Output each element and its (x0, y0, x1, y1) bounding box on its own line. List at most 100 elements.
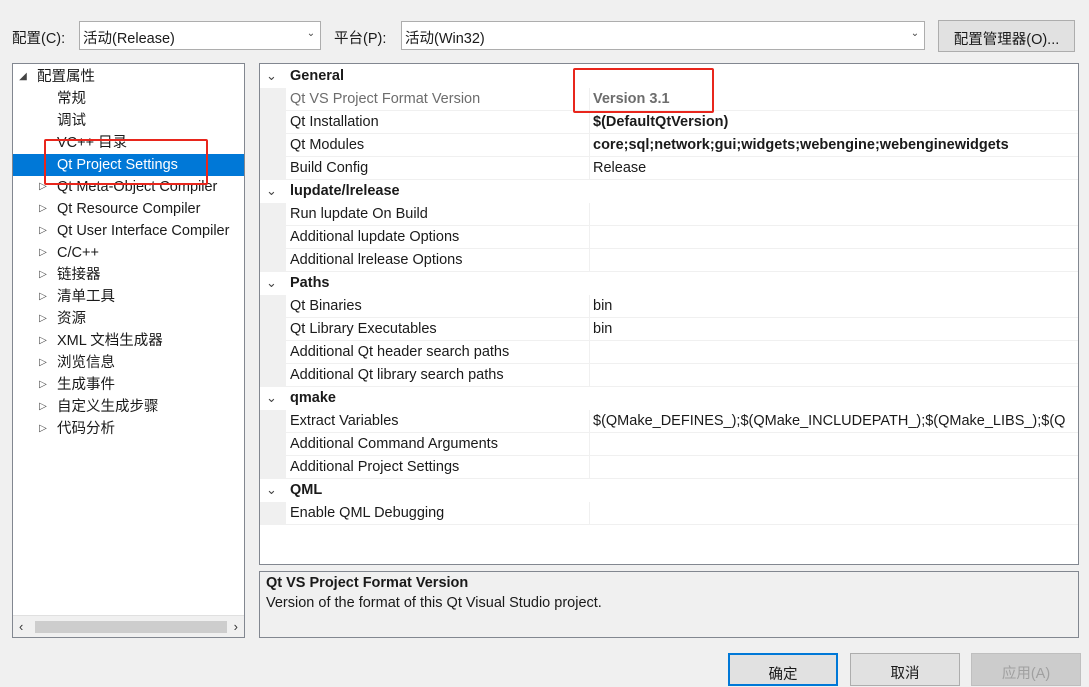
collapse-chevron-icon[interactable]: ⌄ (266, 65, 277, 87)
property-row[interactable]: Qt Binaries bin (260, 295, 1078, 318)
tree-item[interactable]: ▷ Qt User Interface Compiler (13, 220, 244, 242)
row-gutter (260, 157, 286, 179)
expand-triangle-icon[interactable]: ▷ (37, 352, 49, 374)
property-name: Run lupdate On Build (290, 206, 428, 222)
expand-triangle-icon[interactable]: ▷ (37, 418, 49, 440)
highlight-box-version (573, 68, 714, 113)
property-name: Additional Qt header search paths (290, 344, 510, 360)
scroll-left-icon[interactable]: ‹ (19, 619, 23, 634)
collapse-chevron-icon[interactable]: ⌄ (266, 272, 277, 294)
column-separator (589, 249, 590, 271)
property-name: Qt Binaries (290, 298, 362, 314)
property-grid[interactable]: ⌄ General Qt VS Project Format Version Vers… (259, 63, 1079, 565)
property-value[interactable]: bin (593, 295, 1078, 317)
property-name: Additional Qt library search paths (290, 367, 504, 383)
column-separator (589, 433, 590, 455)
expand-triangle-icon[interactable]: ▷ (37, 220, 49, 242)
tree-item[interactable]: ▷ 生成事件 (13, 374, 244, 396)
tree-item[interactable]: ▷ 链接器 (13, 264, 244, 286)
config-select[interactable]: 活动(Release) ⌄ (79, 21, 321, 50)
property-row[interactable]: Additional Project Settings (260, 456, 1078, 479)
property-name: Extract Variables (290, 413, 399, 429)
property-row[interactable]: Additional Qt library search paths (260, 364, 1078, 387)
expand-triangle-icon[interactable]: ▷ (37, 198, 49, 220)
expand-triangle-icon[interactable]: ▷ (37, 374, 49, 396)
ok-button[interactable]: 确定 (728, 653, 838, 686)
property-row[interactable]: Additional lupdate Options (260, 226, 1078, 249)
expand-triangle-icon[interactable]: ▷ (37, 286, 49, 308)
property-row[interactable]: Build Config Release (260, 157, 1078, 180)
apply-button[interactable]: 应用(A) (971, 653, 1081, 686)
tree-item[interactable]: ▷ XML 文档生成器 (13, 330, 244, 352)
row-gutter (260, 295, 286, 317)
row-gutter (260, 410, 286, 432)
scroll-right-icon[interactable]: › (234, 619, 238, 634)
category-row[interactable]: ⌄ lupdate/lrelease (260, 180, 1078, 203)
property-row[interactable]: Extract Variables $(QMake_DEFINES_);$(QMa… (260, 410, 1078, 433)
property-value[interactable]: $(QMake_DEFINES_);$(QMake_INCLUDEPATH_);… (593, 410, 1078, 432)
property-name: Additional Project Settings (290, 459, 460, 475)
category-name: QML (290, 482, 323, 498)
collapse-chevron-icon[interactable]: ⌄ (266, 479, 277, 501)
tree-item[interactable]: ▷ 自定义生成步骤 (13, 396, 244, 418)
row-gutter (260, 341, 286, 363)
tree-item[interactable]: ▷ C/C++ (13, 242, 244, 264)
category-row[interactable]: ⌄ Paths (260, 272, 1078, 295)
tree-root[interactable]: ◢ 配置属性 (13, 66, 244, 88)
column-separator (589, 226, 590, 248)
tree-item[interactable]: 调试 (13, 110, 244, 132)
tree-item[interactable]: 常规 (13, 88, 244, 110)
category-row[interactable]: ⌄ QML (260, 479, 1078, 502)
property-row[interactable]: Additional Qt header search paths (260, 341, 1078, 364)
property-value[interactable]: bin (593, 318, 1078, 340)
property-row[interactable]: Qt Installation $(DefaultQtVersion) (260, 111, 1078, 134)
category-name: lupdate/lrelease (290, 183, 400, 199)
tree-item[interactable]: ▷ 清单工具 (13, 286, 244, 308)
expand-triangle-icon[interactable]: ▷ (37, 396, 49, 418)
collapse-chevron-icon[interactable]: ⌄ (266, 180, 277, 202)
property-value[interactable]: $(DefaultQtVersion) (593, 111, 1078, 133)
tree-item-label: Qt Resource Compiler (57, 201, 201, 217)
property-row[interactable]: Additional Command Arguments (260, 433, 1078, 456)
property-name: Qt Modules (290, 137, 365, 153)
category-row[interactable]: ⌄ qmake (260, 387, 1078, 410)
property-row[interactable]: Additional lrelease Options (260, 249, 1078, 272)
column-separator (589, 111, 590, 133)
row-gutter (260, 134, 286, 156)
cancel-button[interactable]: 取消 (850, 653, 960, 686)
collapse-chevron-icon[interactable]: ⌄ (266, 387, 277, 409)
row-gutter (260, 88, 286, 110)
description-panel: Qt VS Project Format Version Version of … (259, 571, 1079, 638)
tree-horizontal-scrollbar[interactable]: ‹ › (13, 615, 244, 637)
expand-triangle-icon[interactable]: ▷ (37, 264, 49, 286)
expand-triangle-icon[interactable]: ▷ (37, 330, 49, 352)
tree-item[interactable]: ▷ 浏览信息 (13, 352, 244, 374)
config-label: 配置(C): (12, 31, 66, 47)
row-gutter (260, 111, 286, 133)
tree-item-label: C/C++ (57, 245, 99, 261)
property-row[interactable]: Qt Modules core;sql;network;gui;widgets;w… (260, 134, 1078, 157)
category-name: qmake (290, 390, 336, 406)
property-name: Qt Library Executables (290, 321, 437, 337)
config-manager-button[interactable]: 配置管理器(O)... (938, 20, 1075, 52)
expand-triangle-icon[interactable]: ▷ (37, 308, 49, 330)
property-value[interactable]: core;sql;network;gui;widgets;webengine;w… (593, 134, 1078, 156)
description-title: Qt VS Project Format Version (266, 575, 469, 591)
property-row[interactable]: Enable QML Debugging (260, 502, 1078, 525)
property-row[interactable]: Run lupdate On Build (260, 203, 1078, 226)
tree-item-label: 常规 (57, 91, 86, 107)
property-row[interactable]: Qt Library Executables bin (260, 318, 1078, 341)
scrollbar-thumb[interactable] (35, 621, 227, 633)
collapse-triangle-icon[interactable]: ◢ (17, 66, 29, 88)
tree-item[interactable]: ▷ Qt Resource Compiler (13, 198, 244, 220)
chevron-down-icon: ⌄ (910, 28, 920, 39)
expand-triangle-icon[interactable]: ▷ (37, 242, 49, 264)
tree-item-label: 调试 (57, 113, 86, 129)
tree-item-label: 清单工具 (57, 289, 115, 305)
tree-item-label: 资源 (57, 311, 86, 327)
property-value[interactable]: Release (593, 157, 1078, 179)
tree-item[interactable]: ▷ 资源 (13, 308, 244, 330)
platform-select[interactable]: 活动(Win32) ⌄ (401, 21, 925, 50)
row-gutter (260, 456, 286, 478)
tree-item[interactable]: ▷ 代码分析 (13, 418, 244, 440)
